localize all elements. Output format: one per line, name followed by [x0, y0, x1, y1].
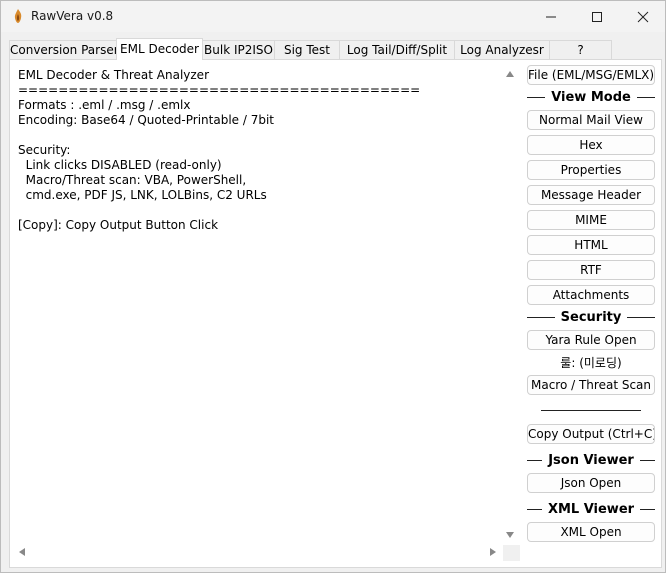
tab-log-analyzer[interactable]: Log Analyzesr [454, 40, 550, 60]
tab-eml-decoder[interactable]: EML Decoder [116, 38, 203, 60]
scroll-down-icon[interactable] [506, 532, 514, 538]
app-window: RawVera v0.8 Conversion Parser EML Decod… [0, 0, 666, 573]
xml-open-button[interactable]: XML Open [527, 522, 655, 542]
view-mode-header: View Mode [527, 88, 656, 106]
title-bar: RawVera v0.8 [1, 1, 665, 32]
tab-log-tail-diff-split[interactable]: Log Tail/Diff/Split [339, 40, 455, 60]
yara-rule-open-button[interactable]: Yara Rule Open [527, 330, 655, 350]
attachments-button[interactable]: Attachments [527, 285, 655, 305]
tab-conversion-parser[interactable]: Conversion Parser [9, 40, 119, 60]
hex-button[interactable]: Hex [527, 135, 655, 155]
xml-viewer-header: XML Viewer [527, 500, 655, 518]
scroll-left-icon[interactable] [19, 548, 25, 556]
tab-help[interactable]: ? [549, 40, 612, 60]
vertical-scrollbar[interactable] [503, 64, 520, 545]
properties-button[interactable]: Properties [527, 160, 655, 180]
mime-button[interactable]: MIME [527, 210, 655, 230]
window-title: RawVera v0.8 [31, 9, 114, 23]
html-button[interactable]: HTML [527, 235, 655, 255]
yara-status-label: 룰: (미로딩) [560, 356, 622, 370]
output-textbox[interactable]: EML Decoder & Threat Analyzer ==========… [14, 64, 520, 561]
scrollbar-corner [503, 545, 520, 561]
separator-line [541, 410, 641, 411]
copy-output-button[interactable]: Copy Output (Ctrl+C) [527, 424, 655, 444]
file-open-button[interactable]: File (EML/MSG/EMLX) [527, 65, 655, 85]
minimize-button[interactable] [528, 1, 574, 32]
flame-app-icon [14, 9, 22, 23]
json-viewer-header: Json Viewer [527, 451, 656, 469]
tab-bulk-ip2iso[interactable]: Bulk IP2ISO [202, 40, 275, 60]
rtf-button[interactable]: RTF [527, 260, 655, 280]
minimize-icon [546, 16, 556, 17]
scroll-up-icon[interactable] [506, 71, 514, 77]
maximize-button[interactable] [574, 1, 620, 32]
message-header-button[interactable]: Message Header [527, 185, 655, 205]
scroll-right-icon[interactable] [490, 548, 496, 556]
maximize-icon [592, 11, 602, 22]
close-button[interactable] [620, 1, 666, 32]
tab-sig-test[interactable]: Sig Test [274, 40, 340, 60]
json-open-button[interactable]: Json Open [527, 473, 655, 493]
security-header: Security [527, 308, 656, 326]
horizontal-scrollbar[interactable] [14, 545, 503, 561]
close-icon [637, 11, 649, 22]
output-text: EML Decoder & Threat Analyzer ==========… [18, 68, 421, 232]
macro-threat-scan-button[interactable]: Macro / Threat Scan [527, 375, 655, 395]
normal-mail-view-button[interactable]: Normal Mail View [527, 110, 655, 130]
